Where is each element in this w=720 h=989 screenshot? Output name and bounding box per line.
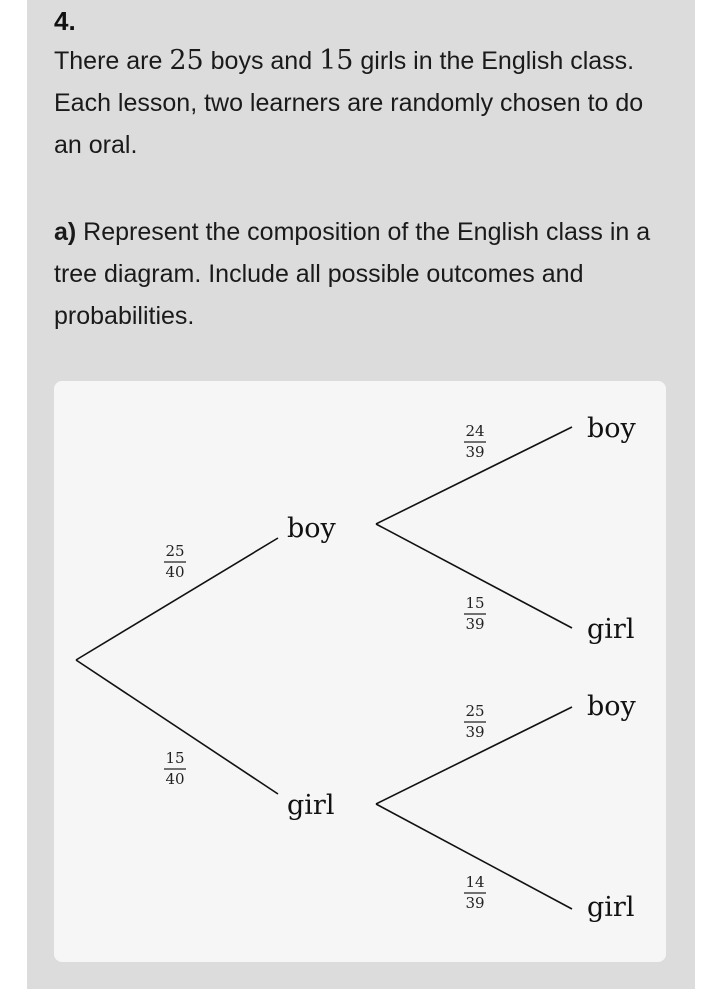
- prob-first-girl-den: 40: [165, 770, 184, 788]
- outcome-boy-boy: boy: [587, 413, 637, 444]
- question-number: 4.: [54, 6, 76, 36]
- tree-diagram: boy girl boy girl boy girl 25 40 15 40 2…: [54, 381, 666, 962]
- prob-first-girl: 15 40: [164, 749, 186, 788]
- prob-girl-girl: 14 39: [464, 873, 486, 912]
- prob-first-girl-num: 15: [165, 749, 184, 767]
- prob-girl-boy-num: 25: [465, 702, 484, 720]
- boys-count: 25: [169, 45, 204, 76]
- prob-boy-boy-num: 24: [465, 422, 484, 440]
- outcome-boy-girl: girl: [587, 614, 634, 645]
- outcome-girl-boy: boy: [587, 691, 637, 722]
- prob-boy-girl-den: 39: [465, 615, 484, 633]
- prob-first-boy-den: 40: [165, 563, 184, 581]
- outcome-girl-girl: girl: [587, 892, 634, 923]
- intro-text-2: boys and: [203, 47, 320, 75]
- prob-girl-girl-den: 39: [465, 894, 484, 912]
- prob-boy-girl: 15 39: [464, 594, 486, 633]
- prob-girl-girl-num: 14: [465, 873, 484, 891]
- tree-diagram-svg: boy girl boy girl boy girl 25 40 15 40 2…: [75, 413, 637, 923]
- prob-boy-boy: 24 39: [464, 422, 486, 461]
- question-card: 4. There are 25 boys and 15 girls in the…: [27, 0, 695, 989]
- prob-first-boy: 25 40: [164, 542, 186, 581]
- part-a-prompt: a) Represent the composition of the Engl…: [54, 211, 674, 337]
- prob-girl-boy: 25 39: [464, 702, 486, 741]
- part-a-label: a): [54, 218, 77, 246]
- intro-text-1: There are: [54, 47, 170, 75]
- prob-boy-boy-den: 39: [465, 443, 484, 461]
- girls-count: 15: [319, 45, 354, 76]
- part-a-text: Represent the composition of the English…: [54, 218, 651, 330]
- prob-girl-boy-den: 39: [465, 723, 484, 741]
- node-first-boy: boy: [287, 513, 337, 544]
- branch-boy-girl: [375, 523, 573, 629]
- prob-first-boy-num: 25: [165, 542, 184, 560]
- prob-boy-girl-num: 15: [465, 594, 484, 612]
- question-intro: There are 25 boys and 15 girls in the En…: [54, 40, 674, 166]
- node-first-girl: girl: [287, 790, 334, 821]
